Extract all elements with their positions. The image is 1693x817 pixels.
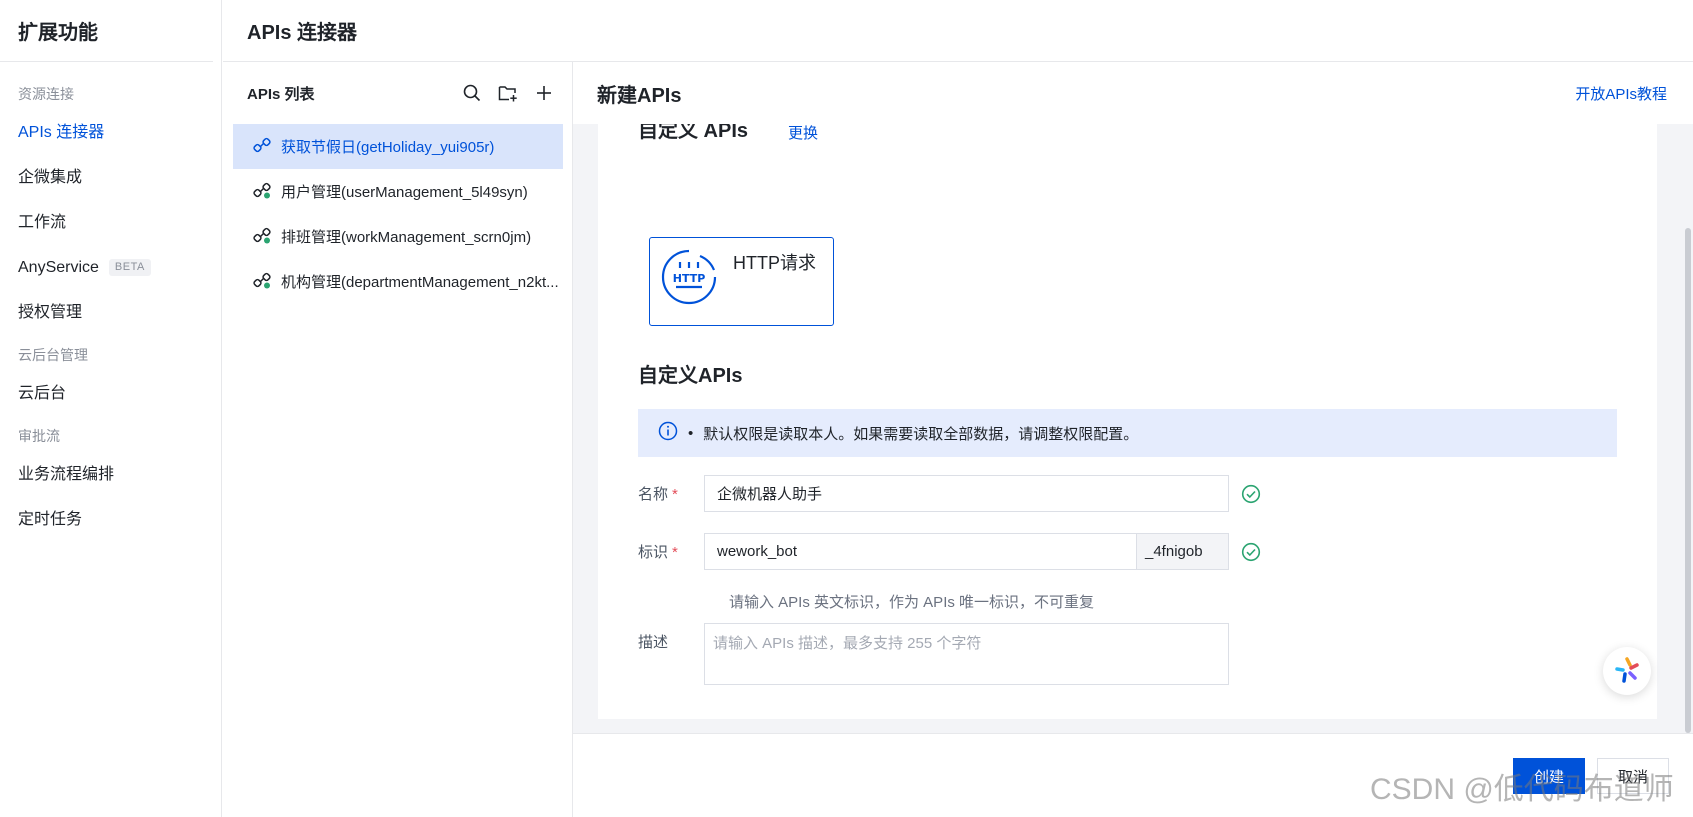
nav-item-label: 企微集成 (18, 169, 83, 186)
identifier-hint: 请输入 APIs 英文标识，作为 APIs 唯一标识，不可重复 (729, 594, 1095, 611)
search-icon[interactable] (454, 75, 490, 111)
change-type-link[interactable]: 更换 (788, 124, 818, 143)
name-row: 名称 * (638, 475, 1261, 512)
nav-item-scheduled[interactable]: 定时任务 (0, 497, 221, 542)
http-request-label: HTTP请求 (733, 253, 816, 273)
link-check-icon (253, 271, 271, 293)
check-circle-icon (1241, 542, 1261, 562)
form-section-title: 自定义APIs (638, 365, 743, 387)
required-mark: * (672, 544, 678, 561)
notice-text: 默认权限是读取本人。如果需要读取全部数据，请调整权限配置。 (703, 425, 1139, 443)
api-list-title: APIs 列表 (247, 85, 315, 103)
http-icon-text: HTTP (673, 272, 706, 285)
check-circle-icon (1241, 484, 1261, 504)
nav-item-cloud-backend[interactable]: 云后台 (0, 371, 221, 416)
api-list-pane: APIs 列表 获取节假日(getHoliday_yui905r) 用户管理(u… (223, 62, 573, 817)
nav-item-process[interactable]: 业务流程编排 (0, 452, 221, 497)
api-item-label: 排班管理(workManagement_scrn0jm) (281, 229, 532, 246)
cancel-button[interactable]: 取消 (1597, 758, 1669, 794)
nav-brand: 扩展功能 (0, 0, 213, 62)
nav-item-apis-connector[interactable]: APIs 连接器 (0, 110, 221, 155)
main-header: 新建APIs 开放APIs教程 (573, 62, 1693, 124)
nav-group-cloud: 云后台管理 (18, 347, 88, 363)
nav-item-anyservice[interactable]: AnyService BETA (0, 245, 221, 290)
required-mark: * (672, 486, 678, 503)
description-row: 描述 (638, 623, 1229, 685)
identifier-input[interactable] (704, 533, 1137, 570)
api-item-label: 获取节假日(getHoliday_yui905r) (281, 139, 495, 156)
beta-badge: BETA (108, 259, 151, 276)
assistant-float-button[interactable] (1603, 647, 1651, 695)
identifier-row: 标识* _4fnigob (638, 533, 1261, 570)
folder-add-icon[interactable] (490, 75, 526, 111)
api-item[interactable]: 排班管理(workManagement_scrn0jm) (233, 214, 563, 259)
nav-item-label: APIs 连接器 (18, 124, 105, 141)
create-button[interactable]: 创建 (1513, 758, 1585, 794)
description-input[interactable] (704, 623, 1229, 685)
nav-group-approval: 审批流 (18, 428, 60, 444)
page-header: APIs 连接器 (223, 0, 1693, 62)
link-check-icon (253, 181, 271, 203)
add-icon[interactable] (526, 75, 562, 111)
permission-notice: • 默认权限是读取本人。如果需要读取全部数据，请调整权限配置。 (638, 409, 1617, 457)
http-icon: HTTP (660, 248, 718, 309)
api-item[interactable]: 机构管理(departmentManagement_n2kt... (233, 259, 563, 304)
api-item[interactable]: 获取节假日(getHoliday_yui905r) (233, 124, 563, 169)
left-nav: 扩展功能 资源连接 APIs 连接器 企微集成 工作流 AnyService BE… (0, 0, 222, 817)
identifier-suffix: _4fnigob (1137, 533, 1229, 570)
bullet-dot: • (688, 424, 694, 442)
nav-item-label: 定时任务 (18, 511, 83, 528)
description-label: 描述 (638, 634, 669, 651)
nav-item-label: 授权管理 (18, 304, 83, 321)
action-bar: 创建 取消 (573, 733, 1693, 817)
nav-item-label: 云后台 (18, 385, 67, 402)
api-item[interactable]: 用户管理(userManagement_5l49syn) (233, 169, 563, 214)
nav-item-workflow[interactable]: 工作流 (0, 200, 221, 245)
pinwheel-icon (1612, 655, 1642, 688)
api-item-label: 机构管理(departmentManagement_n2kt... (281, 274, 559, 291)
http-request-option[interactable]: HTTP HTTP请求 (649, 237, 834, 326)
page-title: APIs 连接器 (247, 22, 358, 44)
api-list-header: APIs 列表 (223, 62, 572, 124)
name-label: 名称 * (638, 486, 678, 503)
main-panel: 自定义 APIs 更换 HTTP HTTP请求 自定义APIs • 默认权限是读… (573, 62, 1693, 817)
scrollbar-thumb[interactable] (1685, 228, 1691, 733)
identifier-label: 标识 * (638, 544, 678, 561)
info-icon (658, 421, 678, 445)
tutorial-link[interactable]: 开放APIs教程 (1575, 83, 1667, 104)
api-form-card: 自定义APIs • 默认权限是读取本人。如果需要读取全部数据，请调整权限配置。 … (598, 329, 1657, 719)
nav-item-label: 工作流 (18, 214, 67, 231)
main-title: 新建APIs (597, 84, 682, 107)
name-input[interactable] (704, 475, 1229, 512)
nav-item-label: AnyService (18, 259, 99, 276)
type-section-title: 自定义 APIs (638, 124, 749, 142)
nav-item-wecom[interactable]: 企微集成 (0, 155, 221, 200)
api-item-label: 用户管理(userManagement_5l49syn) (281, 184, 528, 201)
link-check-icon (253, 226, 271, 248)
link-icon (253, 136, 271, 158)
nav-group-resource: 资源连接 (18, 86, 74, 102)
nav-item-label: 业务流程编排 (18, 466, 115, 483)
nav-item-auth[interactable]: 授权管理 (0, 290, 221, 335)
